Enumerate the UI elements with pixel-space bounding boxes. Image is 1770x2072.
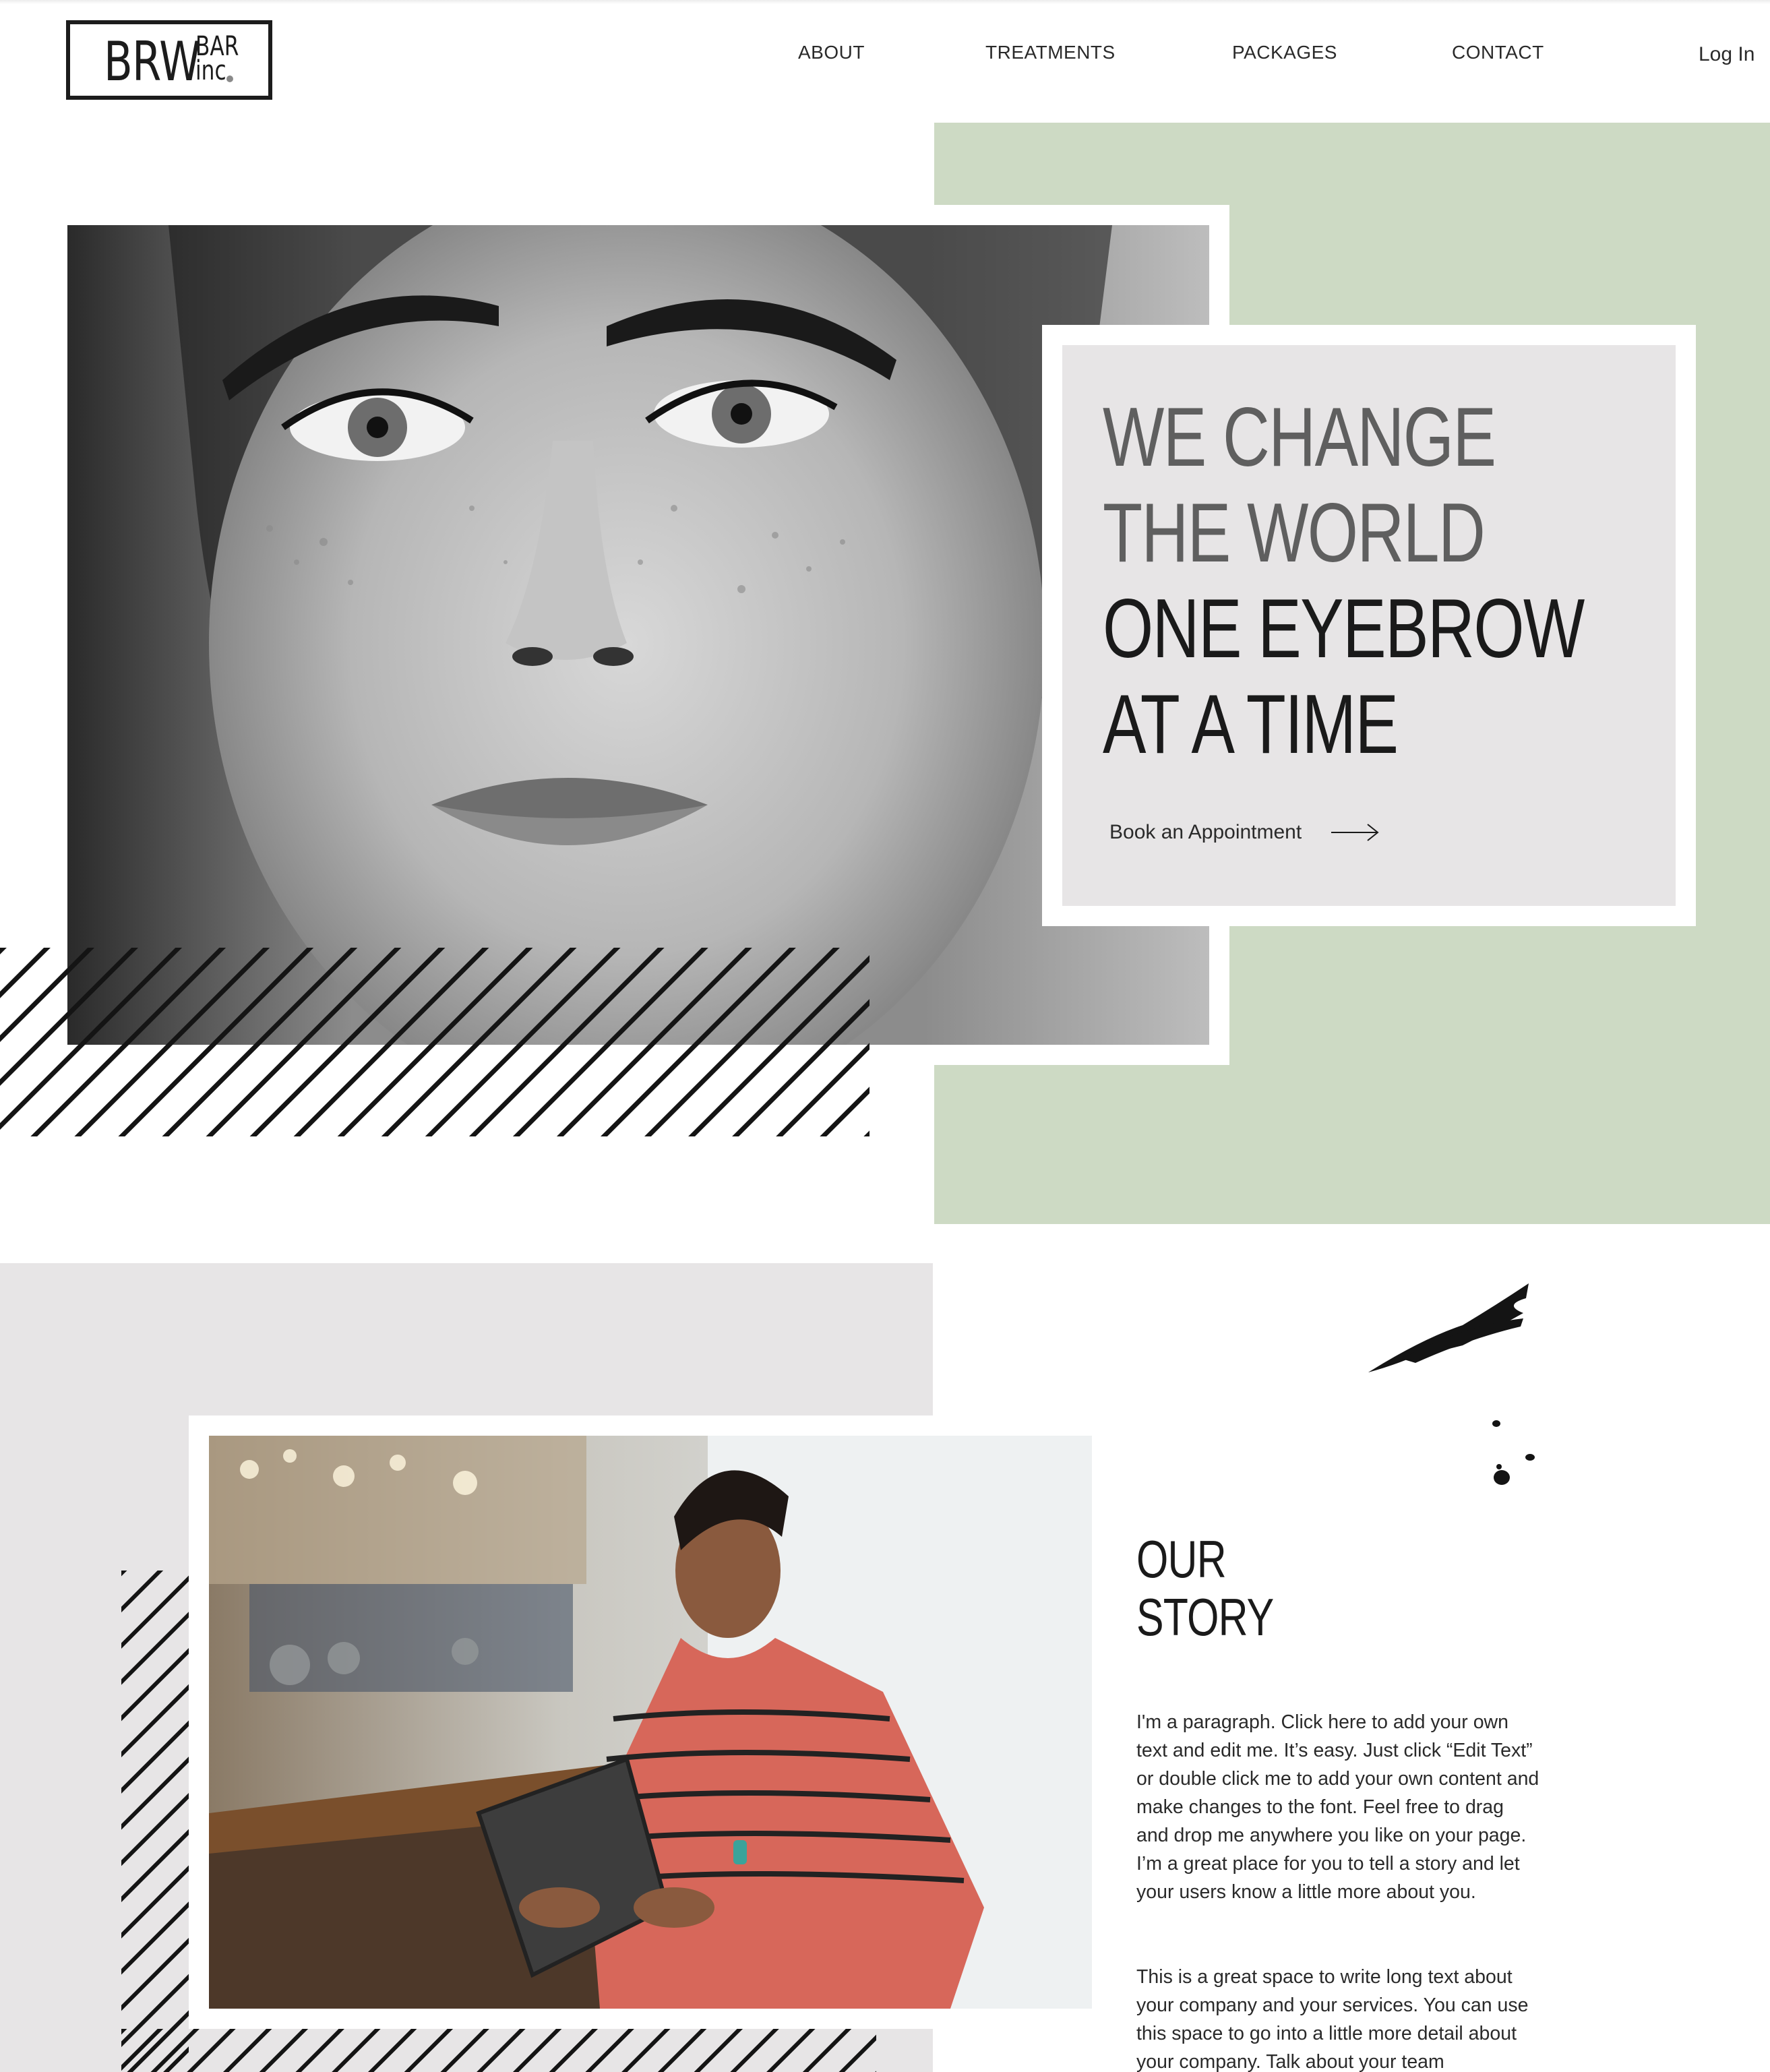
book-appointment-label: Book an Appointment <box>1109 821 1302 843</box>
nav-treatments[interactable]: TREATMENTS <box>985 42 1116 63</box>
story-title-line-1: OUR <box>1136 1529 1227 1589</box>
arrow-right-icon <box>1331 824 1379 841</box>
story-title-line-2: STORY <box>1136 1587 1274 1647</box>
story-title: OUR STORY <box>1136 1529 1274 1647</box>
story-paragraph-2: This is a great space to write long text… <box>1136 1966 1529 2072</box>
top-edge <box>0 0 1770 4</box>
story-woman-tablet-image <box>209 1436 1092 2009</box>
hero-card: WE CHANGE THE WORLD ONE EYEBROW AT A TIM… <box>1062 345 1676 906</box>
diagonal-hatch-decoration <box>0 948 869 1136</box>
login-link[interactable]: Log In <box>1699 43 1754 66</box>
headline-line-2: THE WORLD <box>1103 487 1486 580</box>
nav-packages[interactable]: PACKAGES <box>1232 42 1337 63</box>
brand-logo[interactable]: BRW BAR inc <box>66 20 272 100</box>
book-appointment-button[interactable]: Book an Appointment <box>1109 821 1380 844</box>
logo-registered-mark <box>226 75 233 82</box>
hero-portrait-image <box>67 225 1209 1045</box>
ink-splatter-decoration <box>1492 1420 1535 1485</box>
hero-headline: WE CHANGE THE WORLD ONE EYEBROW AT A TIM… <box>1103 390 1585 772</box>
logo-bottom-text: inc <box>195 55 226 86</box>
brush-stroke-decoration <box>1368 1283 1529 1372</box>
diagonal-hatch-left <box>121 1571 189 2072</box>
nav-about[interactable]: ABOUT <box>798 42 865 63</box>
headline-line-3: ONE EYEBROW <box>1103 582 1585 675</box>
logo-main-text: BRW <box>104 30 201 93</box>
headline-line-1: WE CHANGE <box>1103 391 1496 484</box>
diagonal-hatch-bottom <box>121 2029 876 2072</box>
story-paragraph-1: I'm a paragraph. Click here to add your … <box>1136 1711 1539 1903</box>
nav-contact[interactable]: CONTACT <box>1452 42 1544 63</box>
headline-line-4: AT A TIME <box>1103 678 1399 771</box>
